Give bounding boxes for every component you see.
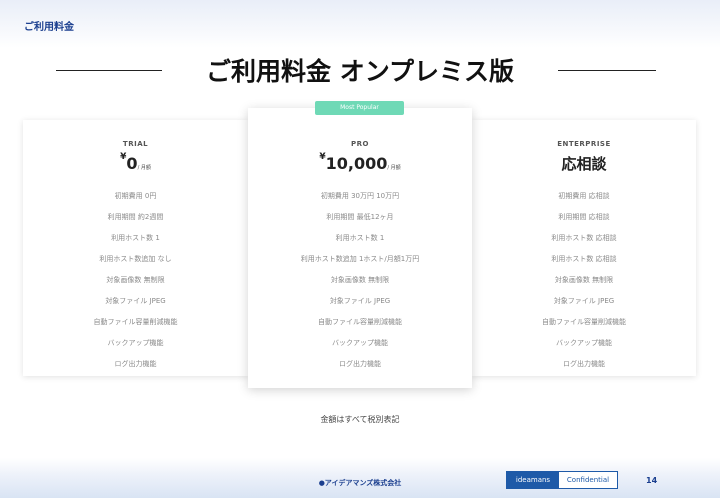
section-label: ご利用料金	[24, 22, 74, 33]
plan-card-trial: TRIAL ¥0/ 月額 初期費用 0円 利用期間 約2週間 利用ホスト数 1 …	[23, 120, 248, 376]
feature-item: 利用期間 約2週間	[107, 213, 164, 221]
page-number: 14	[646, 476, 658, 485]
feature-item: 利用ホスト数追加 なし	[99, 255, 172, 263]
feature-item: バックアップ機能	[332, 339, 388, 347]
page-title: ご利用料金 オンプレミス版	[206, 57, 514, 86]
feature-item: 対象画像数 無制限	[554, 276, 614, 284]
feature-item: 利用期間 最低12ヶ月	[326, 213, 394, 221]
plan-card-pro: PRO ¥10,000/ 月額 初期費用 30万円 10万円 利用期間 最低12…	[248, 108, 472, 388]
title-divider-right	[558, 70, 656, 71]
title-divider-left	[56, 70, 162, 71]
plan-card-enterprise: ENTERPRISE 応相談 初期費用 応相談 利用期間 応相談 利用ホスト数 …	[472, 120, 696, 376]
price-amount: 10,000	[325, 154, 388, 173]
price-amount: 応相談	[561, 155, 607, 173]
feature-item: ログ出力機能	[114, 360, 157, 368]
feature-item: 対象ファイル JPEG	[553, 297, 615, 305]
plan-name: TRIAL	[122, 140, 149, 148]
feature-item: 対象ファイル JPEG	[105, 297, 166, 305]
title-row: ご利用料金 オンプレミス版	[0, 48, 720, 92]
confidential-label: Confidential	[559, 472, 617, 488]
feature-item: 利用ホスト数 応相談	[551, 234, 617, 242]
feature-item: 対象画像数 無制限	[106, 276, 165, 284]
feature-item: ログ出力機能	[339, 360, 381, 368]
plan-price: ¥10,000/ 月額	[248, 152, 472, 176]
header-background	[0, 0, 720, 48]
feature-item: 利用期間 応相談	[558, 213, 610, 221]
price-unit: / 月額	[387, 165, 401, 171]
feature-item: 利用ホスト数 応相談	[551, 255, 617, 263]
brand-label: ideamans	[507, 472, 559, 488]
feature-item: 初期費用 30万円 10万円	[320, 192, 400, 200]
tax-note: 金額はすべて税別表記	[320, 415, 400, 424]
feature-item: 自動ファイル容量削減機能	[318, 318, 402, 326]
feature-list: 初期費用 応相談 利用期間 応相談 利用ホスト数 応相談 利用ホスト数 応相談 …	[472, 186, 696, 375]
plan-price: 応相談	[472, 152, 696, 176]
brand-confidential-label: ideamans Confidential	[506, 471, 618, 489]
feature-item: 利用ホスト数 1	[111, 234, 160, 242]
feature-item: 自動ファイル容量削減機能	[542, 318, 626, 326]
feature-item: ログ出力機能	[563, 360, 605, 368]
feature-item: 対象画像数 無制限	[330, 276, 390, 284]
feature-item: バックアップ機能	[556, 339, 612, 347]
price-amount: 0	[126, 154, 138, 173]
feature-item: 対象ファイル JPEG	[329, 297, 391, 305]
feature-item: バックアップ機能	[107, 339, 164, 347]
most-popular-badge: Most Popular	[315, 101, 404, 115]
feature-list: 初期費用 0円 利用期間 約2週間 利用ホスト数 1 利用ホスト数追加 なし 対…	[23, 186, 248, 375]
plan-name: ENTERPRISE	[557, 140, 611, 148]
feature-item: 初期費用 0円	[114, 192, 157, 200]
company-name: ●アイデアマンズ株式会社	[318, 479, 402, 487]
feature-item: 自動ファイル容量削減機能	[93, 318, 178, 326]
plan-name: PRO	[351, 140, 369, 148]
feature-item: 初期費用 応相談	[558, 192, 610, 200]
feature-list: 初期費用 30万円 10万円 利用期間 最低12ヶ月 利用ホスト数 1 利用ホス…	[248, 186, 472, 375]
feature-item: 利用ホスト数追加 1ホスト/月額1万円	[300, 255, 420, 263]
price-unit: / 月額	[137, 165, 151, 171]
plan-price: ¥0/ 月額	[23, 152, 248, 176]
feature-item: 利用ホスト数 1	[335, 234, 385, 242]
